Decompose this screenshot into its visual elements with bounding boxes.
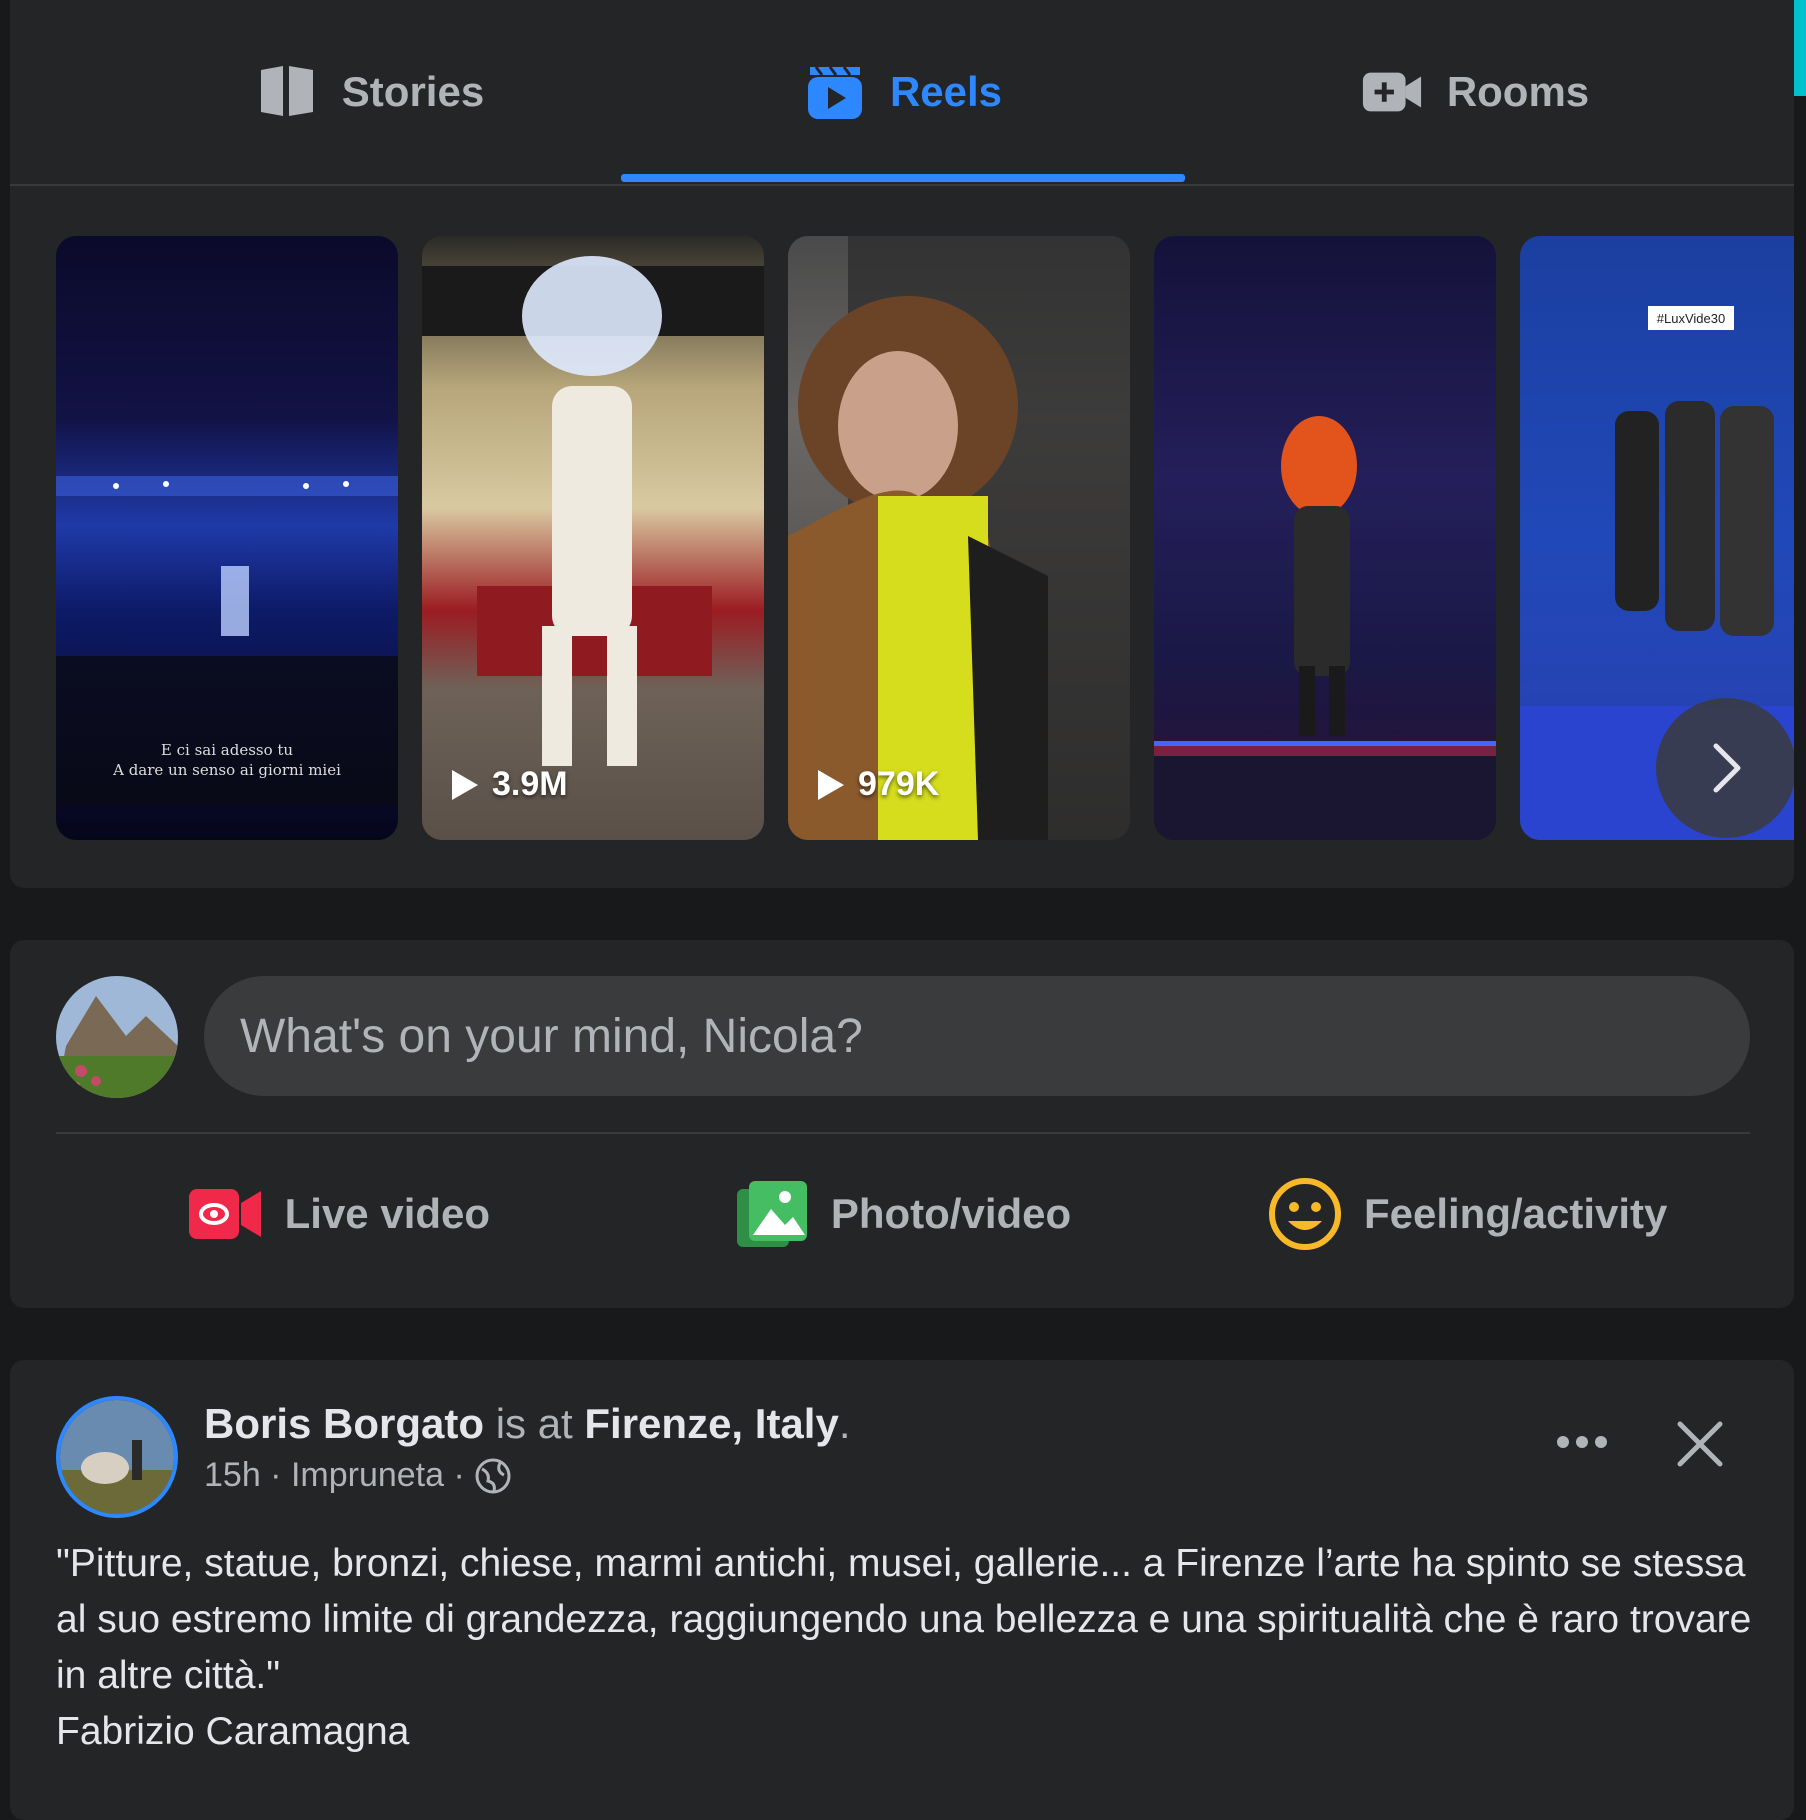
post-quote-text: "Pitture, statue, bronzi, chiese, marmi … bbox=[56, 1542, 1752, 1697]
meta-separator: · bbox=[444, 1456, 475, 1494]
photo-video-label: Photo/video bbox=[830, 1190, 1072, 1237]
mountain-landscape-avatar bbox=[56, 976, 178, 1098]
live-video-icon bbox=[188, 1189, 261, 1239]
reel-caption: E ci sai adesso tu A dare un senso ai gi… bbox=[113, 741, 341, 779]
user-avatar[interactable] bbox=[56, 976, 178, 1098]
composer-actions: Live video Photo/video Feeling/activity bbox=[56, 1154, 1750, 1274]
play-icon bbox=[818, 769, 844, 800]
reel-thumbnail[interactable] bbox=[1154, 236, 1496, 840]
post-body: "Pitture, statue, bronzi, chiese, marmi … bbox=[56, 1536, 1756, 1760]
stories-book-icon bbox=[256, 61, 318, 123]
tab-bar: Stories Reels Rooms bbox=[10, 0, 1794, 186]
stories-reels-card: Stories Reels Rooms E ci sai adesso tu A… bbox=[10, 0, 1794, 888]
tab-stories[interactable]: Stories bbox=[140, 0, 600, 184]
status-input[interactable]: What's on your mind, Nicola? bbox=[204, 976, 1750, 1096]
tab-reels[interactable]: Reels bbox=[621, 0, 1185, 184]
stage-performer-image bbox=[1154, 416, 1496, 840]
post-author-avatar[interactable] bbox=[56, 1396, 178, 1518]
reels-carousel: E ci sai adesso tu A dare un senso ai gi… bbox=[56, 236, 1794, 840]
active-tab-indicator bbox=[621, 174, 1185, 182]
live-video-button[interactable]: Live video bbox=[56, 1154, 621, 1274]
play-icon bbox=[452, 769, 478, 800]
rooms-video-plus-icon bbox=[1361, 61, 1423, 123]
tab-reels-label: Reels bbox=[889, 68, 1003, 115]
feed-post-card: Boris Borgato is at Firenze, Italy. 15h … bbox=[10, 1360, 1794, 1820]
tab-stories-label: Stories bbox=[341, 68, 485, 115]
photo-video-button[interactable]: Photo/video bbox=[621, 1154, 1186, 1274]
live-video-label: Live video bbox=[284, 1190, 491, 1237]
post-location[interactable]: Impruneta bbox=[291, 1456, 444, 1495]
post-header: Boris Borgato is at Firenze, Italy. bbox=[204, 1400, 850, 1448]
post-meta: 15h · Impruneta · bbox=[204, 1456, 512, 1495]
author-profile-photo bbox=[60, 1400, 174, 1514]
reel-thumbnail[interactable]: 979K bbox=[788, 236, 1130, 840]
reel-thumbnail[interactable]: E ci sai adesso tu A dare un senso ai gi… bbox=[56, 236, 398, 840]
post-quote-author: Fabrizio Caramagna bbox=[56, 1710, 410, 1753]
status-input-placeholder: What's on your mind, Nicola? bbox=[240, 1009, 863, 1063]
post-author-name[interactable]: Boris Borgato bbox=[204, 1400, 484, 1447]
reel-view-count: 979K bbox=[818, 765, 939, 804]
svg-text:#LuxVide30: #LuxVide30 bbox=[1657, 311, 1725, 326]
chevron-right-icon bbox=[1713, 743, 1741, 793]
reel-thumbnail[interactable]: 3.9M bbox=[422, 236, 764, 840]
post-more-options-button[interactable] bbox=[1546, 1412, 1618, 1472]
feeling-activity-button[interactable]: Feeling/activity bbox=[1185, 1154, 1750, 1274]
meta-separator: · bbox=[260, 1456, 291, 1494]
airport-dancer-image bbox=[422, 256, 764, 766]
feeling-activity-label: Feeling/activity bbox=[1363, 1190, 1668, 1237]
post-period: . bbox=[838, 1400, 851, 1447]
post-hide-button[interactable] bbox=[1660, 1404, 1740, 1484]
create-post-card: What's on your mind, Nicola? Live video … bbox=[10, 940, 1794, 1308]
globe-icon[interactable] bbox=[474, 1457, 512, 1495]
more-dots-icon bbox=[1557, 1436, 1607, 1448]
close-icon bbox=[1677, 1421, 1723, 1467]
woman-portrait-image bbox=[788, 236, 1130, 840]
feeling-smiley-icon bbox=[1268, 1178, 1341, 1250]
reel-view-count: 3.9M bbox=[452, 765, 568, 804]
reels-clapper-icon bbox=[804, 61, 866, 123]
post-connector-text: is at bbox=[495, 1400, 573, 1447]
tab-rooms[interactable]: Rooms bbox=[1210, 0, 1740, 184]
post-place-link[interactable]: Firenze, Italy bbox=[584, 1400, 838, 1447]
composer-divider bbox=[56, 1132, 1750, 1134]
tab-rooms-label: Rooms bbox=[1446, 68, 1590, 115]
post-timestamp[interactable]: 15h bbox=[204, 1456, 261, 1495]
photo-video-icon bbox=[736, 1181, 807, 1247]
carousel-next-button[interactable] bbox=[1656, 698, 1794, 838]
